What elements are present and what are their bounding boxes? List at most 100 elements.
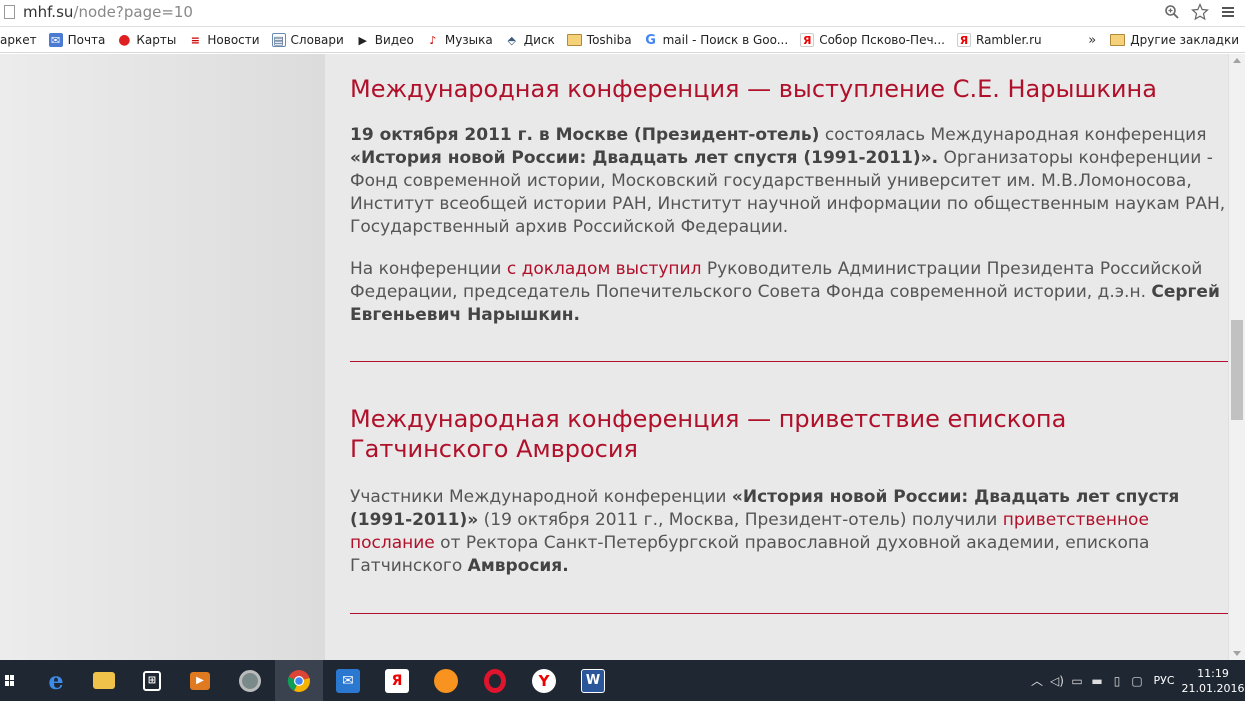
url-path: /node?page=10 xyxy=(73,3,193,21)
language-indicator[interactable]: РУС xyxy=(1147,671,1181,691)
article-title[interactable]: Международная конференция — приветствие … xyxy=(350,404,1228,464)
article-paragraph: Участники Международной конференции «Ист… xyxy=(350,486,1228,578)
folder-icon xyxy=(1110,34,1126,46)
start-button[interactable] xyxy=(0,660,20,701)
url-text[interactable]: mhf.su/node?page=10 xyxy=(23,3,193,21)
bookmark-label: Музыка xyxy=(444,33,493,47)
article: Международная конференция — выступление … xyxy=(350,74,1228,327)
disk-icon: ⬘ xyxy=(507,33,516,47)
bookmark-label: Видео xyxy=(374,33,414,47)
bookmark-label: Новости xyxy=(207,33,260,47)
report-link[interactable]: с докладом выступил xyxy=(507,259,702,279)
volume-icon[interactable]: ◁) xyxy=(1047,671,1067,691)
article-title[interactable]: Международная конференция — выступление … xyxy=(350,74,1228,104)
word-icon: W xyxy=(581,668,605,693)
video-icon: ▶ xyxy=(358,33,368,47)
bookmark-video[interactable]: ▶ Видео xyxy=(350,29,420,51)
clock[interactable]: 11:19 21.01.2016 xyxy=(1181,666,1245,696)
body-text: На конференции xyxy=(350,259,507,279)
taskbar-opera[interactable] xyxy=(471,660,519,701)
mail-app-icon: ✉ xyxy=(336,668,360,693)
bookmarks-bar: аркет ✉ Почта ● Карты ≡ Новости ▤ Словари ▶ В… xyxy=(0,28,1245,53)
bold-text: «История новой России: Двадцать лет спус… xyxy=(350,148,939,168)
bold-text: Амвросия. xyxy=(467,556,569,576)
article-title-text: Международная конференция — приветствие … xyxy=(350,405,1067,463)
scroll-down-icon[interactable] xyxy=(1233,651,1241,656)
mail-icon: ✉ xyxy=(48,33,63,47)
taskbar-yandex[interactable]: Я xyxy=(373,660,421,701)
store-icon: ⊞ xyxy=(143,670,161,691)
explorer-icon xyxy=(93,672,115,689)
bookmark-label: mail - Поиск в Goo... xyxy=(662,33,789,47)
bookmark-label: Диск xyxy=(523,33,555,47)
taskbar-store[interactable]: ⊞ xyxy=(128,660,176,701)
taskbar-app-circle[interactable] xyxy=(226,660,274,701)
more-bookmarks-button[interactable]: » xyxy=(1080,33,1104,48)
bookmark-music[interactable]: ♪ Музыка xyxy=(420,29,499,51)
edge-icon: e xyxy=(48,666,64,695)
clock-time: 11:19 xyxy=(1197,666,1229,680)
bookmark-news[interactable]: ≡ Новости xyxy=(182,29,265,51)
article-separator xyxy=(350,613,1228,614)
bookmark-maps[interactable]: ● Карты xyxy=(111,29,182,51)
article-separator xyxy=(350,361,1228,362)
yandex-icon: Я xyxy=(957,33,971,47)
bookmark-star-icon[interactable] xyxy=(1191,3,1209,21)
bookmark-rambler[interactable]: Я Rambler.ru xyxy=(951,29,1048,51)
google-icon: G xyxy=(645,32,656,48)
article-paragraph: На конференции с докладом выступил Руков… xyxy=(350,258,1228,327)
left-sidebar xyxy=(0,54,325,660)
scroll-thumb[interactable] xyxy=(1231,320,1243,420)
bookmark-toshiba[interactable]: Toshiba xyxy=(561,29,638,51)
taskbar-yandex-browser[interactable]: Y xyxy=(520,660,568,701)
bookmark-dictionary[interactable]: ▤ Словари xyxy=(266,29,350,51)
other-bookmarks[interactable]: Другие закладки xyxy=(1104,29,1245,51)
body-text: (19 октября 2011 г., Москва, Президент-о… xyxy=(478,510,1003,530)
bookmark-label: Rambler.ru xyxy=(976,33,1042,47)
page-icon xyxy=(4,5,15,19)
yandex-icon: Я xyxy=(385,668,409,693)
bookmark-label: Словари xyxy=(290,33,344,47)
odnoklassniki-icon xyxy=(434,668,458,693)
article-paragraph: 19 октября 2011 г. в Москве (Президент-о… xyxy=(350,124,1228,239)
message-icon[interactable]: ▢ xyxy=(1127,671,1147,691)
yandex-icon: Я xyxy=(800,33,815,47)
zoom-icon[interactable] xyxy=(1163,3,1181,21)
power-icon[interactable]: ▬ xyxy=(1087,671,1107,691)
bookmark-disk[interactable]: ⬘ Диск xyxy=(499,29,561,51)
page-viewport: Международная конференция — выступление … xyxy=(0,54,1245,660)
bookmark-mail[interactable]: ✉ Почта xyxy=(43,29,112,51)
taskbar-edge[interactable]: e xyxy=(32,660,80,701)
bookmark-label: аркет xyxy=(0,33,37,47)
chevron-up-icon[interactable]: ︿ xyxy=(1027,671,1047,691)
taskbar-explorer[interactable] xyxy=(80,660,128,701)
bookmark-sobor[interactable]: Я Собор Псково-Печ... xyxy=(794,29,951,51)
clock-date: 21.01.2016 xyxy=(1181,681,1245,695)
bookmark-market[interactable]: аркет xyxy=(0,29,43,51)
windows-start-icon xyxy=(5,674,14,686)
bookmark-google-search[interactable]: Gmail - Поиск в Goo... xyxy=(638,29,795,51)
taskbar-word[interactable]: W xyxy=(569,660,617,701)
article: Международная конференция — приветствие … xyxy=(350,404,1228,578)
maps-icon: ● xyxy=(118,32,131,48)
opera-icon xyxy=(484,668,506,693)
bookmark-label: Собор Псково-Печ... xyxy=(819,33,945,47)
dictionary-icon: ▤ xyxy=(271,33,286,47)
vertical-scrollbar[interactable] xyxy=(1228,54,1245,660)
address-bar[interactable]: mhf.su/node?page=10 xyxy=(0,0,1245,27)
app-circle-icon xyxy=(239,669,261,692)
taskbar-chrome[interactable] xyxy=(275,660,323,701)
url-host: mhf.su xyxy=(23,3,74,21)
network-icon[interactable]: ▯ xyxy=(1107,671,1127,691)
body-text: состоялась Международная конференция xyxy=(819,125,1207,145)
taskbar-odnoklassniki[interactable] xyxy=(422,660,470,701)
taskbar: e ⊞ ▶ ✉ Я Y W ︿ ◁) ▭ ▬ ▯ ▢ РУС 11:19 21.… xyxy=(0,660,1245,701)
chrome-icon xyxy=(287,669,310,692)
taskbar-media[interactable]: ▶ xyxy=(176,660,224,701)
main-content: Международная конференция — выступление … xyxy=(325,54,1228,660)
battery-warning-icon[interactable]: ▭ xyxy=(1067,671,1087,691)
scroll-up-icon[interactable] xyxy=(1233,58,1241,63)
taskbar-mail[interactable]: ✉ xyxy=(324,660,372,701)
system-tray: ︿ ◁) ▭ ▬ ▯ ▢ РУС 11:19 21.01.2016 xyxy=(1027,660,1245,701)
menu-icon[interactable] xyxy=(1219,3,1237,21)
